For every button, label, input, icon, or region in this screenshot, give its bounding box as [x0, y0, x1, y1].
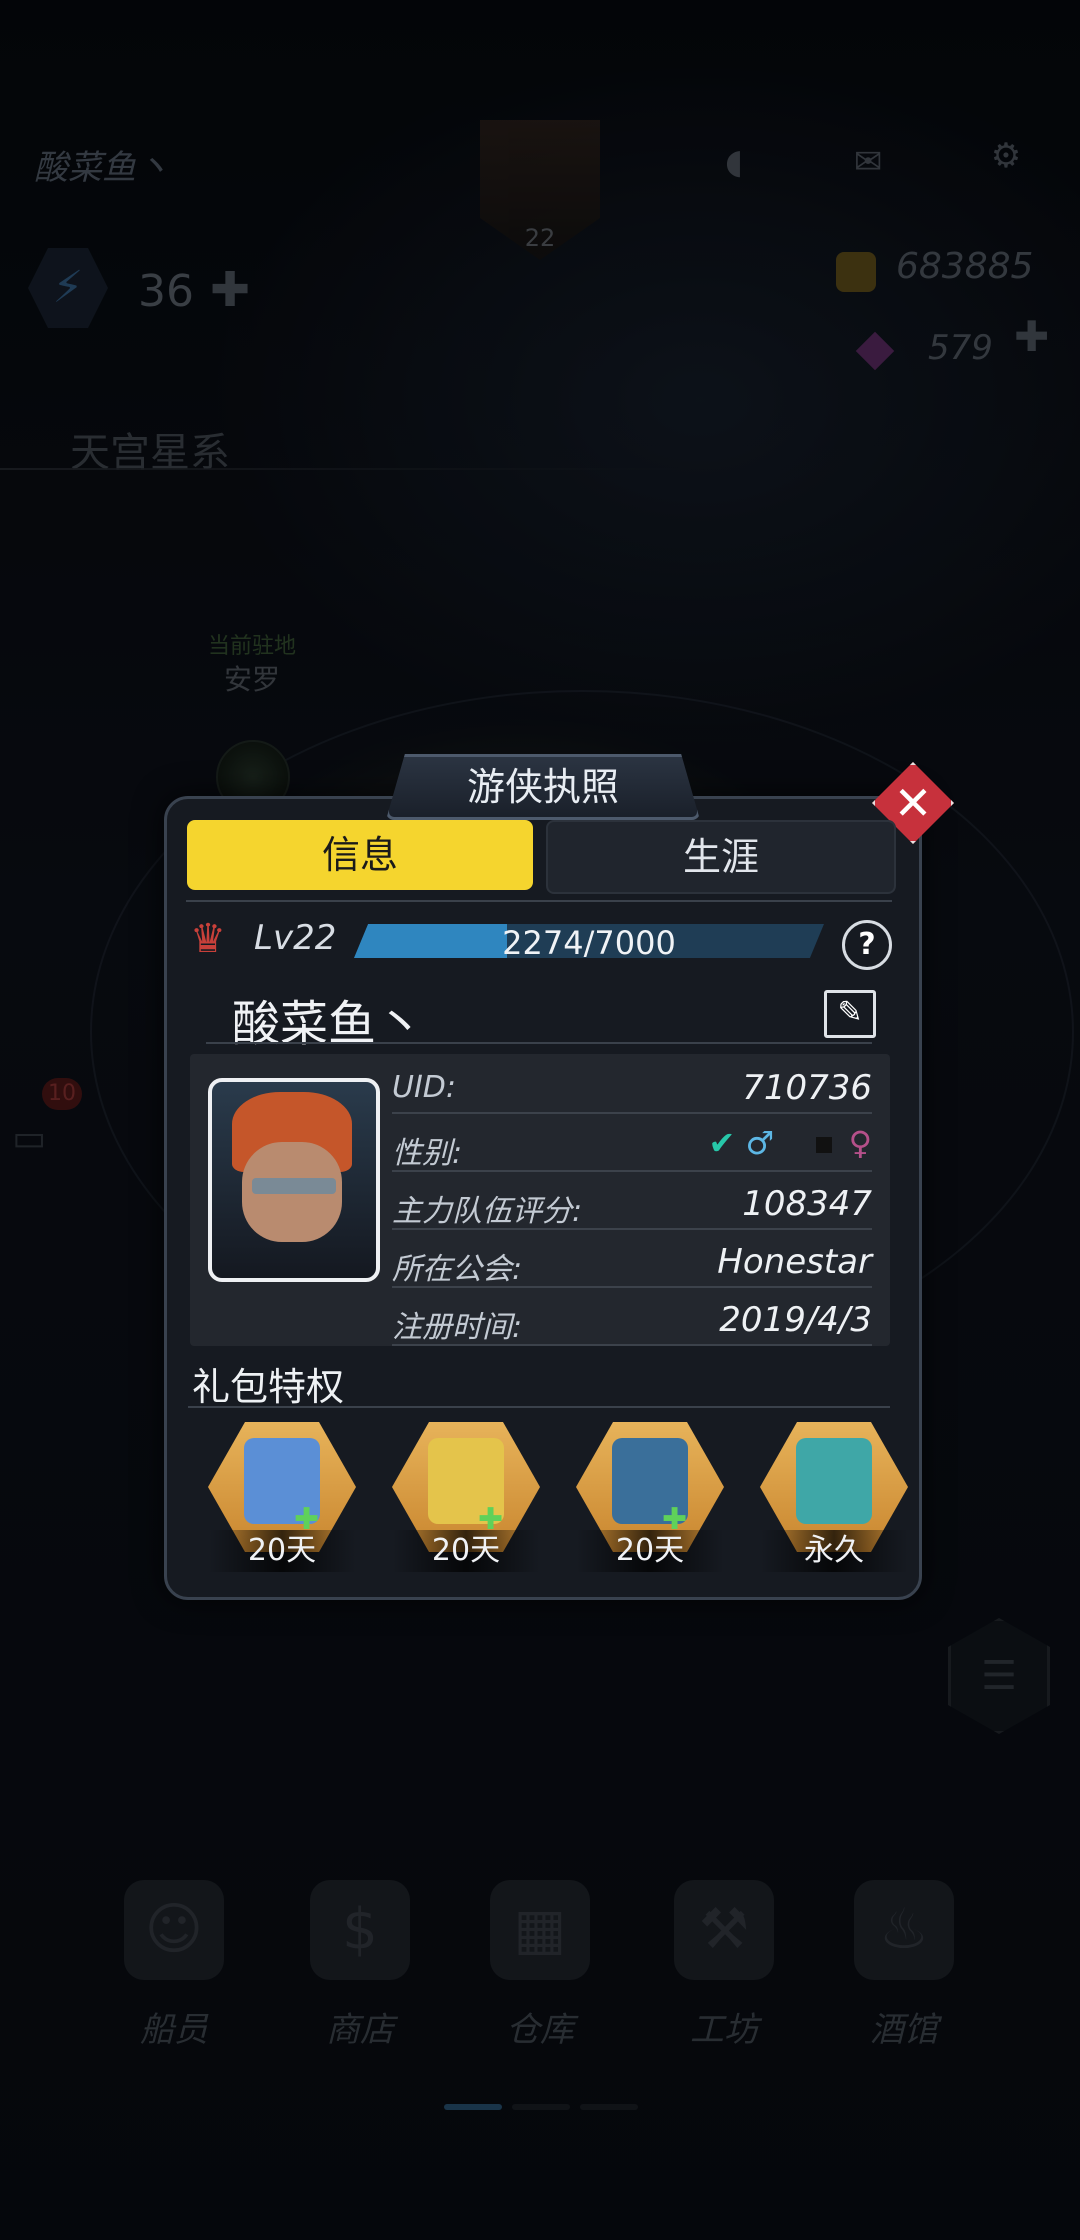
edit-name-icon[interactable]: ✎: [824, 990, 876, 1038]
team-score-value: 108347: [742, 1184, 872, 1224]
perks-title: 礼包特权: [192, 1365, 345, 1409]
gender-label: 性别:: [392, 1136, 463, 1171]
team-score-label: 主力队伍评分:: [392, 1194, 583, 1229]
perk-item[interactable]: 永久: [760, 1422, 908, 1572]
name-underline: [206, 1042, 872, 1044]
perk-item[interactable]: ✚ 20天: [392, 1422, 540, 1572]
register-label: 注册时间:: [392, 1310, 523, 1345]
tabs-divider: [186, 900, 892, 902]
player-level: Lv22: [254, 918, 337, 958]
perk-duration: 20天: [576, 1530, 724, 1572]
gender-options: ✔ ♂ ♀: [709, 1124, 872, 1162]
gender-row: 性别: ✔ ♂ ♀: [392, 1118, 872, 1172]
perks-divider: [188, 1406, 890, 1408]
register-row: 注册时间: 2019/4/3: [392, 1292, 872, 1346]
perk-duration: 20天: [392, 1530, 540, 1572]
tab-career[interactable]: 生涯: [546, 820, 896, 894]
tab-info[interactable]: 信息: [187, 820, 533, 890]
xp-text: 2274/7000: [502, 924, 676, 962]
perk-duration: 20天: [208, 1530, 356, 1572]
uid-label: UID:: [392, 1070, 457, 1105]
uid-value: 710736: [742, 1068, 872, 1108]
check-icon: ✔: [708, 1124, 736, 1162]
dialog-title: 游侠执照: [386, 754, 700, 820]
guild-row: 所在公会: Honestar: [392, 1234, 872, 1288]
perk-item[interactable]: ✚ 20天: [208, 1422, 356, 1572]
perk-duration: 永久: [760, 1530, 908, 1572]
uid-row: UID: 710736: [392, 1060, 872, 1114]
help-button[interactable]: ?: [842, 920, 892, 970]
female-option[interactable]: ♀: [849, 1124, 872, 1162]
guild-label: 所在公会:: [392, 1252, 523, 1287]
avatar[interactable]: [208, 1078, 380, 1282]
perk-item[interactable]: ✚ 20天: [576, 1422, 724, 1572]
perk-card-icon: [796, 1438, 872, 1524]
avatar-visor: [252, 1178, 336, 1194]
rank-wings-icon: ♛: [190, 916, 226, 962]
team-score-row: 主力队伍评分: 108347: [392, 1176, 872, 1230]
xp-bar: 2274/7000: [354, 924, 824, 958]
register-value: 2019/4/3: [719, 1300, 872, 1340]
female-checkbox[interactable]: [816, 1137, 833, 1153]
guild-value: Honestar: [717, 1242, 872, 1282]
male-option[interactable]: ♂: [746, 1124, 775, 1162]
